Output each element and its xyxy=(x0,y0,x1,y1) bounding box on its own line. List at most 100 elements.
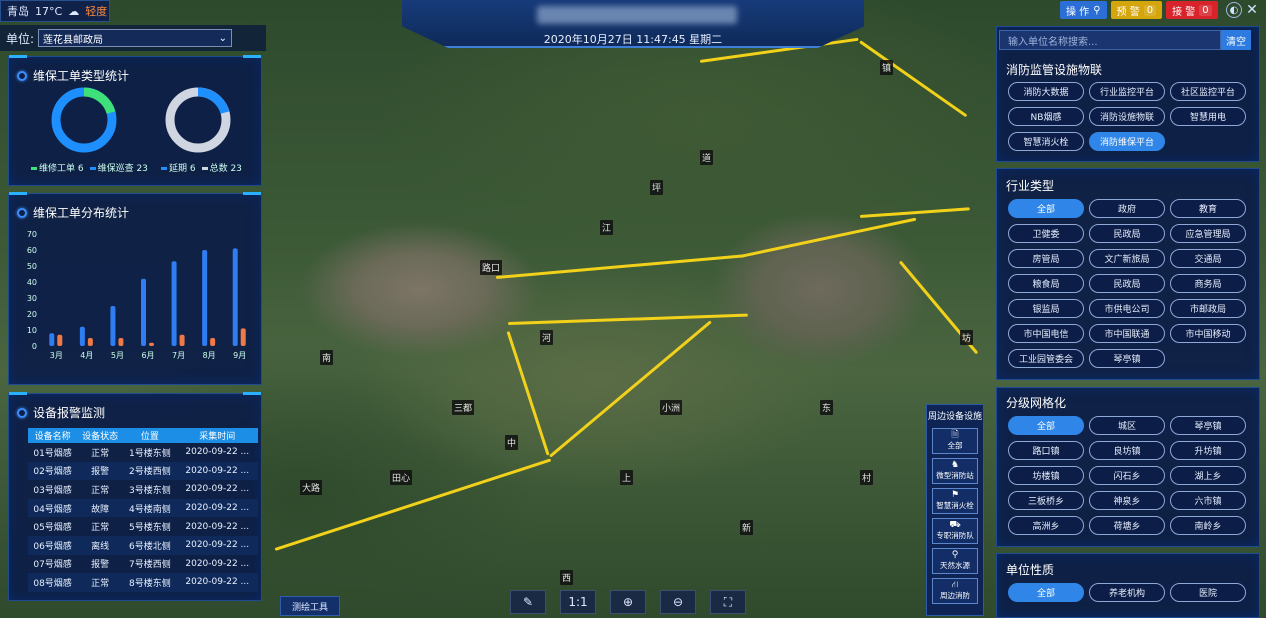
map-toolbar: ✎ 1:1 ⊕ ⊖ ⛶ xyxy=(510,590,746,614)
map-road xyxy=(495,254,746,279)
industry-chip[interactable]: 市中国移动 xyxy=(1170,324,1246,343)
scale-button[interactable]: 1:1 xyxy=(560,590,596,614)
iot-chip[interactable]: 行业监控平台 xyxy=(1089,82,1165,101)
industry-chip[interactable]: 市中国电信 xyxy=(1008,324,1084,343)
table-row[interactable]: 07号烟感 报警 7号楼西侧 2020-09-22 ... xyxy=(28,555,258,574)
industry-chip[interactable]: 工业园管委会 xyxy=(1008,349,1084,368)
user-icon[interactable]: ◐ xyxy=(1226,2,1242,18)
industry-chip[interactable]: 房管局 xyxy=(1008,249,1084,268)
grid-chip[interactable]: 坊楼镇 xyxy=(1008,466,1084,485)
table-row[interactable]: 06号烟感 离线 6号楼北侧 2020-09-22 ... xyxy=(28,535,258,555)
operation-button[interactable]: 操 作 ⚲ xyxy=(1060,1,1107,19)
temperature: 17°C xyxy=(35,4,63,18)
bar xyxy=(171,261,177,346)
warning-button[interactable]: 预 警 0 xyxy=(1110,1,1163,19)
nearby-item[interactable]: ♞ 微型消防站 xyxy=(932,458,978,484)
table-cell: 2020-09-22 ... xyxy=(176,498,258,518)
zoom-in-icon[interactable]: ⊕ xyxy=(610,590,646,614)
grid-chip[interactable]: 荷塘乡 xyxy=(1089,516,1165,535)
industry-chip[interactable]: 教育 xyxy=(1170,199,1246,218)
legend-item: 总数 23 xyxy=(209,164,242,174)
zoom-out-icon[interactable]: ⊖ xyxy=(660,590,696,614)
table-row[interactable]: 03号烟感 正常 3号楼东侧 2020-09-22 ... xyxy=(28,480,258,499)
grid-chip[interactable]: 三板桥乡 xyxy=(1008,491,1084,510)
grid-chip[interactable]: 六市镇 xyxy=(1170,491,1246,510)
industry-chip[interactable]: 市供电公司 xyxy=(1089,299,1165,318)
legend-item: 延期 6 xyxy=(169,164,196,174)
nearby-item[interactable]: ⛟ 专职消防队 xyxy=(932,518,978,544)
x-tick-label: 6月 xyxy=(141,351,154,360)
nature-chip[interactable]: 医院 xyxy=(1170,583,1246,602)
map-road xyxy=(739,217,917,258)
industry-chip[interactable]: 全部 xyxy=(1008,199,1084,218)
grid-chip[interactable]: 良坊镇 xyxy=(1089,441,1165,460)
table-row[interactable]: 04号烟感 故障 4号楼南侧 2020-09-22 ... xyxy=(28,498,258,518)
y-tick-label: 30 xyxy=(27,294,37,303)
industry-chip[interactable]: 银监局 xyxy=(1008,299,1084,318)
panel-title: 维保工单类型统计 xyxy=(33,69,130,83)
clear-button[interactable]: 清空 xyxy=(1221,30,1251,50)
nearby-item-label: 全部 xyxy=(947,441,963,450)
weather-widget: 青岛 17°C ☁ 轻度 xyxy=(0,0,110,22)
grid-chip[interactable]: 湖上乡 xyxy=(1170,466,1246,485)
close-icon[interactable]: ✕ xyxy=(1244,2,1260,18)
unit-select[interactable]: 莲花县邮政局 ⌄ xyxy=(38,29,233,47)
table-cell: 05号烟感 xyxy=(33,523,72,534)
grid-chip[interactable]: 南岭乡 xyxy=(1170,516,1246,535)
industry-chip[interactable]: 民政局 xyxy=(1089,224,1165,243)
industry-chip-grid: 全部 政府 教育 卫健委 民政局 应急管理局 房管局 文广新旅局 交通局 粮食局 民政局 商务局 银监局… xyxy=(1008,199,1246,368)
iot-chip[interactable]: 消防设施物联 xyxy=(1089,107,1165,126)
table-row[interactable]: 01号烟感 正常 1号楼东侧 2020-09-22 ... xyxy=(28,443,258,462)
nature-chip[interactable]: 全部 xyxy=(1008,583,1084,602)
industry-chip[interactable]: 粮食局 xyxy=(1008,274,1084,293)
map-road xyxy=(859,207,970,218)
bar xyxy=(118,338,124,346)
industry-chip[interactable]: 市邮政局 xyxy=(1170,299,1246,318)
grid-chip[interactable]: 琴亭镇 xyxy=(1170,416,1246,435)
table-row[interactable]: 05号烟感 正常 5号楼东侧 2020-09-22 ... xyxy=(28,517,258,536)
measure-tools-button[interactable]: 测绘工具 xyxy=(280,596,340,616)
grid-chip[interactable]: 路口镇 xyxy=(1008,441,1084,460)
grid-chip[interactable]: 升坊镇 xyxy=(1170,441,1246,460)
document-icon: 🗎 xyxy=(951,430,959,440)
iot-chip[interactable]: 消防维保平台 xyxy=(1089,132,1165,151)
iot-chip[interactable]: 社区监控平台 xyxy=(1170,82,1246,101)
industry-chip[interactable]: 琴亭镇 xyxy=(1089,349,1165,368)
industry-chip[interactable]: 应急管理局 xyxy=(1170,224,1246,243)
industry-chip[interactable]: 民政局 xyxy=(1089,274,1165,293)
industry-chip[interactable]: 政府 xyxy=(1089,199,1165,218)
unit-value: 莲花县邮政局 xyxy=(43,34,104,46)
grid-chip[interactable]: 全部 xyxy=(1008,416,1084,435)
iot-chip[interactable]: NB烟感 xyxy=(1008,107,1084,126)
grid-chip[interactable]: 城区 xyxy=(1089,416,1165,435)
x-tick-label: 4月 xyxy=(80,351,93,360)
iot-chip[interactable]: 消防大数据 xyxy=(1008,82,1084,101)
industry-chip[interactable]: 商务局 xyxy=(1170,274,1246,293)
grid-chip[interactable]: 神泉乡 xyxy=(1089,491,1165,510)
nearby-item[interactable]: ⚲ 天然水源 xyxy=(932,548,978,574)
search-input[interactable]: 输入单位名称搜索... xyxy=(999,30,1221,50)
map-label: 村 xyxy=(860,470,874,485)
iot-chip[interactable]: 智慧用电 xyxy=(1170,107,1246,126)
iot-chip[interactable]: 智慧消火栓 xyxy=(1008,132,1084,151)
nearby-item-label: 天然水源 xyxy=(940,561,970,570)
table-cell: 07号烟感 xyxy=(33,560,72,571)
nearby-item[interactable]: ⚑ 智慧消火栓 xyxy=(932,488,978,514)
fullscreen-icon[interactable]: ⛶ xyxy=(710,590,746,614)
map-label: 镇 xyxy=(880,60,894,75)
draw-icon[interactable]: ✎ xyxy=(510,590,546,614)
alarm-button[interactable]: 接 警 0 xyxy=(1166,1,1218,19)
grid-chip[interactable]: 高洲乡 xyxy=(1008,516,1084,535)
map-road xyxy=(549,320,712,458)
industry-chip[interactable]: 交通局 xyxy=(1170,249,1246,268)
grid-chip[interactable]: 闪石乡 xyxy=(1089,466,1165,485)
table-row[interactable]: 02号烟感 报警 2号楼西侧 2020-09-22 ... xyxy=(28,461,258,481)
nearby-item[interactable]: 🗎 全部 xyxy=(932,428,978,454)
industry-chip[interactable]: 市中国联通 xyxy=(1089,324,1165,343)
industry-chip[interactable]: 文广新旅局 xyxy=(1089,249,1165,268)
industry-chip[interactable]: 卫健委 xyxy=(1008,224,1084,243)
table-row[interactable]: 08号烟感 正常 8号楼东侧 2020-09-22 ... xyxy=(28,573,258,592)
nearby-item[interactable]: ⛙ 周边消防 xyxy=(932,578,978,604)
nature-chip[interactable]: 养老机构 xyxy=(1089,583,1165,602)
column-header: 采集时间 xyxy=(176,428,258,443)
